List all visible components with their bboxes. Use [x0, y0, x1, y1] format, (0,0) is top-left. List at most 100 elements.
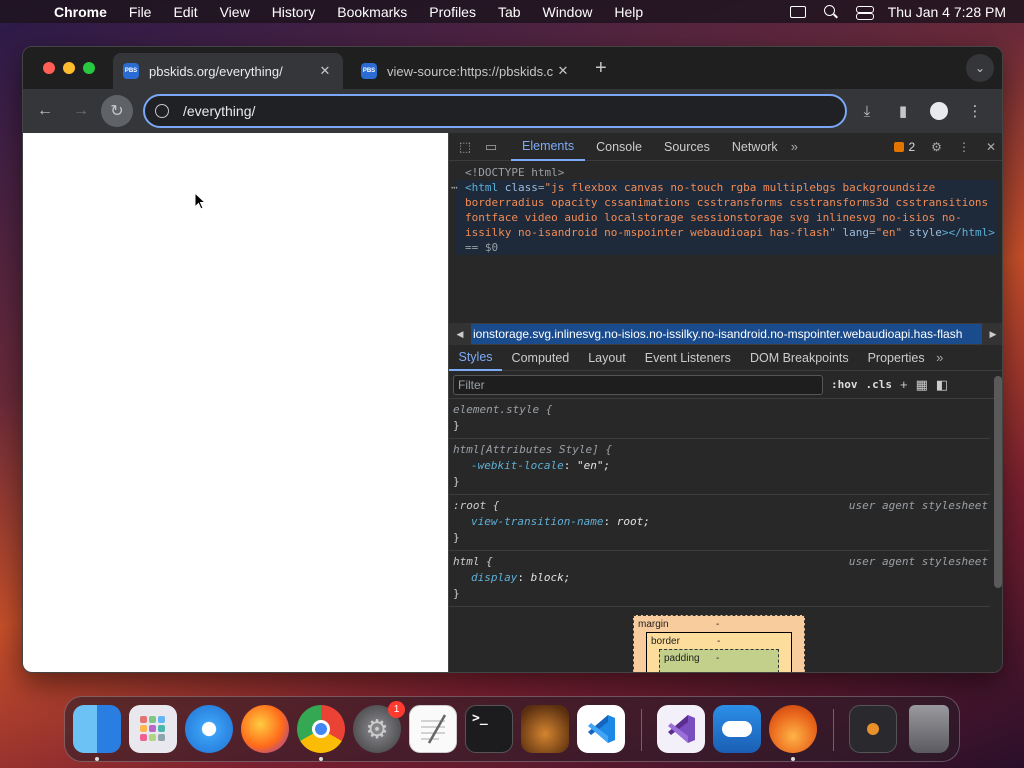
- selected-node-marker: == $0: [465, 241, 499, 254]
- more-tabs-chevron-icon[interactable]: »: [791, 139, 798, 154]
- back-arrow-icon[interactable]: ←: [33, 99, 57, 123]
- style-rule[interactable]: element.style { }: [449, 399, 990, 439]
- tab-view-source[interactable]: PBS view-source:https://pbskids.c ✕: [351, 53, 581, 89]
- sub-tab-computed[interactable]: Computed: [502, 345, 579, 371]
- dom-doctype[interactable]: <!DOCTYPE html>: [455, 165, 998, 180]
- dock-visual-studio-icon[interactable]: [657, 705, 705, 753]
- breadcrumb-selected[interactable]: ionstorage.svg.inlinesvg.no-isios.no-iss…: [471, 324, 982, 344]
- inspect-element-icon[interactable]: ⬚: [455, 137, 475, 157]
- menu-window[interactable]: Window: [543, 4, 593, 20]
- menu-tab[interactable]: Tab: [498, 4, 521, 20]
- toggle-sidebar-icon[interactable]: ◧: [936, 377, 948, 393]
- devtools-main-tabs: ⬚ ▭ Elements Console Sources Network » 2…: [449, 133, 1002, 161]
- site-info-icon[interactable]: [155, 104, 169, 118]
- menu-profiles[interactable]: Profiles: [429, 4, 476, 20]
- devtools-tab-elements[interactable]: Elements: [511, 133, 586, 161]
- issues-badge[interactable]: 2: [894, 140, 915, 154]
- dom-tree: <!DOCTYPE html> ⋯ <html class="js flexbo…: [449, 161, 1002, 323]
- dock-weather-icon[interactable]: [713, 705, 761, 753]
- dock-terminal-icon[interactable]: >_: [465, 705, 513, 753]
- more-menu-icon[interactable]: ⋮: [964, 100, 986, 122]
- devtools-tab-network[interactable]: Network: [721, 133, 789, 161]
- sub-tab-event-listeners[interactable]: Event Listeners: [635, 345, 740, 371]
- node-actions-icon[interactable]: ⋯: [451, 180, 458, 195]
- dock-vscode-icon[interactable]: [577, 705, 625, 753]
- browser-toolbar: ← → ↻ /everything/ ⤓ ▮ ⋮: [23, 89, 1002, 133]
- dock-downloads-stack-icon[interactable]: [849, 705, 897, 753]
- screen-mirroring-icon[interactable]: [789, 5, 806, 18]
- styles-scrollbar[interactable]: [994, 376, 1002, 588]
- window-minimize-button[interactable]: [63, 62, 75, 74]
- spotlight-search-icon[interactable]: [822, 4, 840, 19]
- dom-html-node[interactable]: ⋯ <html class="js flexbox canvas no-touc…: [451, 180, 998, 255]
- forward-arrow-icon[interactable]: →: [69, 99, 93, 123]
- dock-textedit-icon[interactable]: [409, 705, 457, 753]
- dom-breadcrumb: ◀ ionstorage.svg.inlinesvg.no-isios.no-i…: [449, 323, 1002, 345]
- devtools-tab-sources[interactable]: Sources: [653, 133, 721, 161]
- devtools-close-icon[interactable]: ✕: [986, 140, 996, 154]
- tab-close-icon[interactable]: ✕: [317, 63, 333, 79]
- sub-tab-styles[interactable]: Styles: [449, 345, 503, 371]
- settings-gear-icon[interactable]: ⚙: [931, 140, 942, 154]
- menu-clock[interactable]: Thu Jan 4 7:28 PM: [888, 4, 1006, 20]
- hover-state-button[interactable]: :hov: [831, 378, 858, 391]
- menu-edit[interactable]: Edit: [173, 4, 197, 20]
- dock-finder-icon[interactable]: [73, 705, 121, 753]
- window-close-button[interactable]: [43, 62, 55, 74]
- tab-search-chevron-icon[interactable]: ⌄: [966, 54, 994, 82]
- new-style-rule-icon[interactable]: +: [900, 377, 908, 392]
- rule-selector: element.style {: [453, 403, 553, 416]
- menu-file[interactable]: File: [129, 4, 152, 20]
- dock-garageband-icon[interactable]: [521, 705, 569, 753]
- dock-launchpad-icon[interactable]: [129, 705, 177, 753]
- browser-window: PBS pbskids.org/everything/ ✕ PBS view-s…: [22, 46, 1003, 673]
- address-bar[interactable]: /everything/: [143, 94, 847, 128]
- profile-avatar-icon[interactable]: [928, 100, 950, 122]
- menu-history[interactable]: History: [272, 4, 316, 20]
- color-palette-icon[interactable]: ▦: [916, 377, 928, 393]
- menu-bar: Chrome File Edit View History Bookmarks …: [0, 0, 1024, 23]
- tab-close-icon[interactable]: ✕: [555, 63, 571, 79]
- sub-tab-dom-breakpoints[interactable]: DOM Breakpoints: [740, 345, 858, 371]
- breadcrumb-left-icon[interactable]: ◀: [449, 323, 471, 345]
- sub-tab-layout[interactable]: Layout: [579, 345, 636, 371]
- class-toggle-button[interactable]: .cls: [866, 378, 893, 391]
- reload-icon[interactable]: ↻: [101, 95, 133, 127]
- side-panel-icon[interactable]: ▮: [892, 100, 914, 122]
- devtools-more-icon[interactable]: ⋮: [958, 140, 970, 154]
- more-sub-tabs-chevron-icon[interactable]: »: [936, 350, 943, 365]
- styles-filter-input[interactable]: [453, 374, 823, 395]
- tab-pbskids[interactable]: PBS pbskids.org/everything/ ✕: [113, 53, 343, 89]
- devtools-tab-console[interactable]: Console: [585, 133, 653, 161]
- style-rule[interactable]: html { user agent stylesheet display: bl…: [449, 551, 990, 607]
- style-rule[interactable]: :root { user agent stylesheet view-trans…: [449, 495, 990, 551]
- menu-bookmarks[interactable]: Bookmarks: [337, 4, 407, 20]
- page-viewport[interactable]: [23, 133, 448, 672]
- new-tab-button[interactable]: +: [595, 57, 607, 80]
- dock-firefox-icon[interactable]: [241, 705, 289, 753]
- download-icon[interactable]: ⤓: [856, 100, 878, 122]
- mouse-cursor-icon: [194, 192, 206, 210]
- styles-rules: element.style { } html[Attributes Style]…: [449, 399, 1002, 607]
- address-bar-url[interactable]: /everything/: [183, 103, 255, 119]
- box-model-diagram: margin - border - padding -: [633, 615, 805, 672]
- styles-filter-row: :hov .cls + ▦ ◧: [449, 371, 1002, 399]
- window-maximize-button[interactable]: [83, 62, 95, 74]
- tab-title: pbskids.org/everything/: [149, 63, 283, 79]
- dock-fluid-icon[interactable]: [769, 705, 817, 753]
- style-rule[interactable]: html[Attributes Style] { -webkit-locale:…: [449, 439, 990, 495]
- dock-trash-icon[interactable]: [909, 705, 949, 753]
- device-toolbar-icon[interactable]: ▭: [481, 137, 501, 157]
- rule-selector: html[Attributes Style] {: [453, 443, 612, 456]
- rule-origin: user agent stylesheet: [848, 555, 988, 568]
- dock-chrome-icon[interactable]: [297, 705, 345, 753]
- dock-safari-icon[interactable]: [185, 705, 233, 753]
- dock: ⚙ 1 >_: [64, 696, 960, 762]
- control-center-icon[interactable]: [855, 5, 874, 20]
- menu-help[interactable]: Help: [614, 4, 643, 20]
- sub-tab-properties[interactable]: Properties: [858, 345, 934, 371]
- dock-system-settings-icon[interactable]: ⚙ 1: [353, 701, 405, 753]
- breadcrumb-right-icon[interactable]: ▶: [982, 323, 1002, 345]
- menu-app-name[interactable]: Chrome: [54, 4, 107, 20]
- menu-view[interactable]: View: [220, 4, 250, 20]
